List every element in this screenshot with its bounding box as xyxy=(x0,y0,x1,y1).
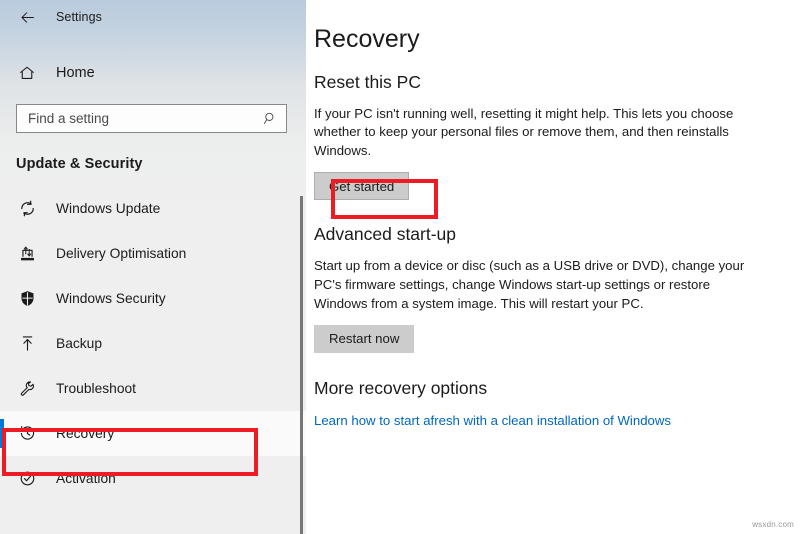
restart-now-button[interactable]: Restart now xyxy=(314,324,415,353)
sidebar-item-label: Recovery xyxy=(56,426,115,441)
section-body-reset-this-pc: If your PC isn't running well, resetting… xyxy=(314,105,734,159)
page-title: Recovery xyxy=(314,25,420,53)
window-title: Settings xyxy=(56,10,102,24)
sidebar-nav-list: Windows Update Delivery Optimisation Win… xyxy=(0,186,306,501)
section-heading-more-recovery-options: More recovery options xyxy=(314,377,488,398)
section-heading-reset-this-pc: Reset this PC xyxy=(314,71,421,92)
section-body-advanced-startup: Start up from a device or disc (such as … xyxy=(314,258,745,311)
sidebar-item-label: Windows Security xyxy=(56,291,166,306)
sidebar-item-label: Delivery Optimisation xyxy=(56,246,187,261)
clean-installation-link[interactable]: Learn how to start afresh with a clean i… xyxy=(314,413,671,428)
section-heading-advanced-startup: Advanced start-up xyxy=(314,224,457,245)
search-input[interactable] xyxy=(28,111,262,126)
sidebar-item-label: Windows Update xyxy=(56,201,161,216)
home-icon xyxy=(16,62,38,84)
refresh-circle-icon xyxy=(16,198,38,220)
sidebar-item-home-label: Home xyxy=(56,65,95,81)
sidebar-item-recovery[interactable]: Recovery xyxy=(0,411,306,456)
search-box[interactable] xyxy=(16,104,287,133)
back-arrow-icon[interactable] xyxy=(14,4,40,30)
restart-now-button-wrap: Restart now xyxy=(314,324,800,353)
clock-history-icon xyxy=(16,423,38,445)
get-started-button-wrap: Get started xyxy=(314,172,800,201)
wrench-icon xyxy=(16,378,38,400)
sidebar-item-backup[interactable]: Backup xyxy=(0,321,306,366)
sidebar-scrollbar[interactable] xyxy=(300,196,303,534)
sidebar-section-title: Update & Security xyxy=(16,156,143,172)
watermark: wsxdn.com xyxy=(752,520,794,529)
main-content: Recovery Reset this PC If your PC isn't … xyxy=(306,0,800,534)
sidebar-item-delivery-optimisation[interactable]: Delivery Optimisation xyxy=(0,231,306,276)
search-icon[interactable] xyxy=(262,111,278,127)
sidebar-item-label: Activation xyxy=(56,471,116,486)
selection-indicator xyxy=(0,419,4,448)
title-bar: Settings xyxy=(0,0,306,34)
sidebar-item-windows-security[interactable]: Windows Security xyxy=(0,276,306,321)
delivery-optimisation-icon xyxy=(16,243,38,265)
check-circle-icon xyxy=(16,468,38,490)
shield-icon xyxy=(16,288,38,310)
upload-arrow-icon xyxy=(16,333,38,355)
settings-window: Settings Home Update & Security xyxy=(0,0,800,534)
sidebar-item-label: Troubleshoot xyxy=(56,381,137,396)
sidebar-item-windows-update[interactable]: Windows Update xyxy=(0,186,306,231)
sidebar-item-home[interactable]: Home xyxy=(0,56,306,90)
sidebar: Settings Home Update & Security xyxy=(0,0,306,534)
get-started-button[interactable]: Get started xyxy=(314,172,410,201)
sidebar-item-label: Backup xyxy=(56,336,103,351)
sidebar-item-activation[interactable]: Activation xyxy=(0,456,306,501)
sidebar-item-troubleshoot[interactable]: Troubleshoot xyxy=(0,366,306,411)
